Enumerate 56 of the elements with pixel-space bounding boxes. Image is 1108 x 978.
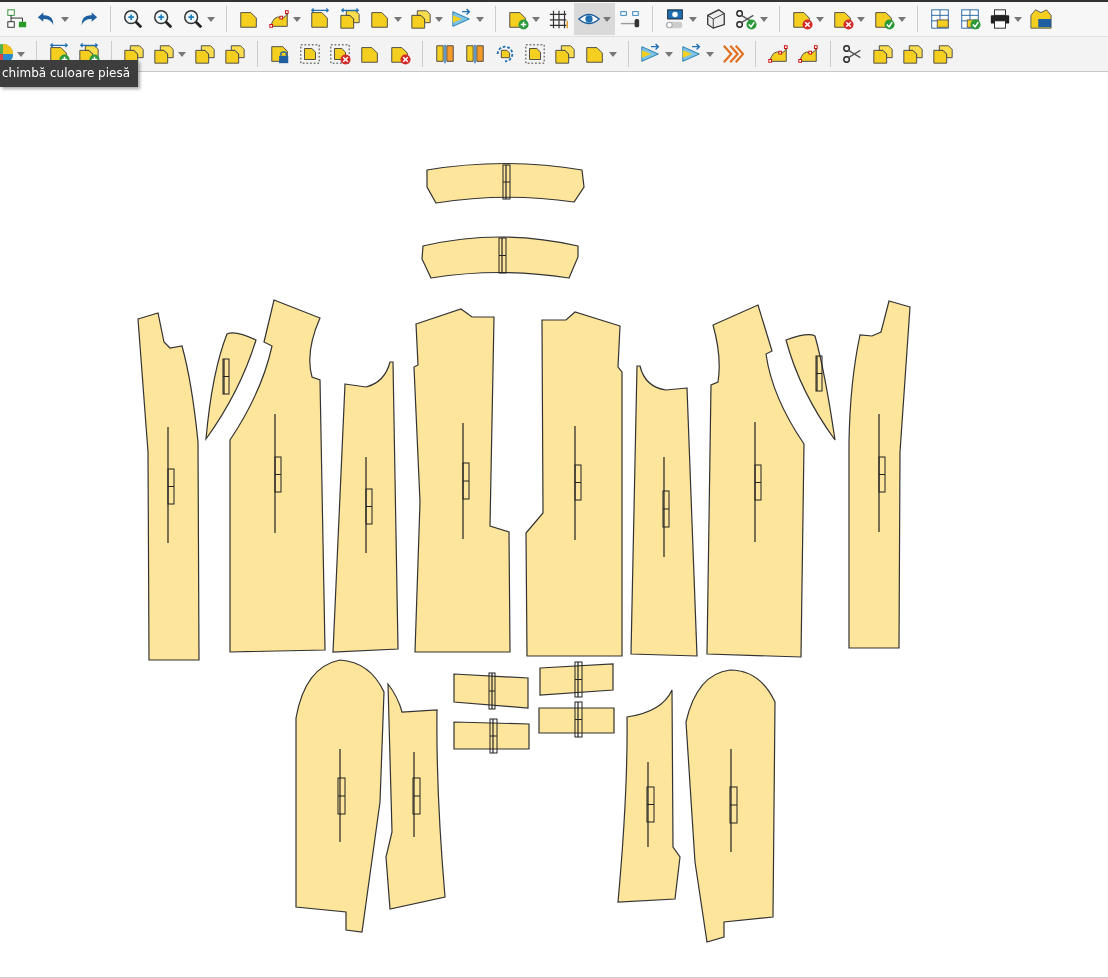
caret-icon xyxy=(207,16,215,22)
caret-icon xyxy=(394,16,402,22)
caret-icon xyxy=(17,51,25,57)
grid-icon xyxy=(548,8,570,30)
stacked-pieces-icon xyxy=(224,43,246,65)
hierarchy-icon xyxy=(6,8,28,30)
stacked-pieces-icon xyxy=(194,43,216,65)
table-icon xyxy=(959,8,981,30)
lock-icon xyxy=(269,43,291,65)
layered-arrow-icon xyxy=(640,43,662,65)
stacked-pieces-icon xyxy=(902,43,924,65)
caret-icon xyxy=(1014,16,1022,22)
caret-icon xyxy=(178,51,186,57)
caret-icon xyxy=(532,16,540,22)
selection-icon xyxy=(524,43,546,65)
caret-icon xyxy=(609,51,617,57)
curve-points-icon xyxy=(797,43,819,65)
curve-points-icon xyxy=(767,43,789,65)
jacket-icon xyxy=(1030,8,1052,30)
zoom-icon xyxy=(152,8,174,30)
tooltip: chimbă culoare piesă xyxy=(0,60,139,87)
caret-icon xyxy=(61,16,69,22)
stacked-pieces-icon xyxy=(872,43,894,65)
curve-points-icon xyxy=(268,8,290,30)
caret-icon xyxy=(689,16,697,22)
caret-icon xyxy=(476,16,484,22)
caret-icon xyxy=(665,51,673,57)
caret-icon xyxy=(706,51,714,57)
zoom-icon xyxy=(182,8,204,30)
flip-icon xyxy=(464,43,486,65)
caret-icon xyxy=(603,16,611,22)
scissors-icon xyxy=(735,8,757,30)
caret-icon xyxy=(857,16,865,22)
caret-icon xyxy=(435,16,443,22)
printer-icon xyxy=(989,8,1011,30)
selection-icon xyxy=(299,43,321,65)
layered-arrow-icon xyxy=(681,43,703,65)
caret-icon xyxy=(816,16,824,22)
slider-icon xyxy=(619,8,641,30)
layered-arrow-icon xyxy=(451,8,473,30)
pattern-piece-icon xyxy=(309,8,331,30)
caret-icon xyxy=(293,16,301,22)
flip-icon xyxy=(434,43,456,65)
table-icon xyxy=(929,8,951,30)
chevrons-icon xyxy=(722,43,744,65)
caret-icon xyxy=(898,16,906,22)
stacked-pieces-icon xyxy=(153,43,175,65)
caret-icon xyxy=(760,16,768,22)
rotate-icon xyxy=(494,43,516,65)
camera-icon xyxy=(664,8,686,30)
stacked-pieces-icon xyxy=(339,8,361,30)
stacked-pieces-icon xyxy=(410,8,432,30)
stacked-pieces-icon xyxy=(554,43,576,65)
selection-icon xyxy=(329,43,351,65)
stacked-pieces-icon xyxy=(932,43,954,65)
zoom-icon xyxy=(122,8,144,30)
